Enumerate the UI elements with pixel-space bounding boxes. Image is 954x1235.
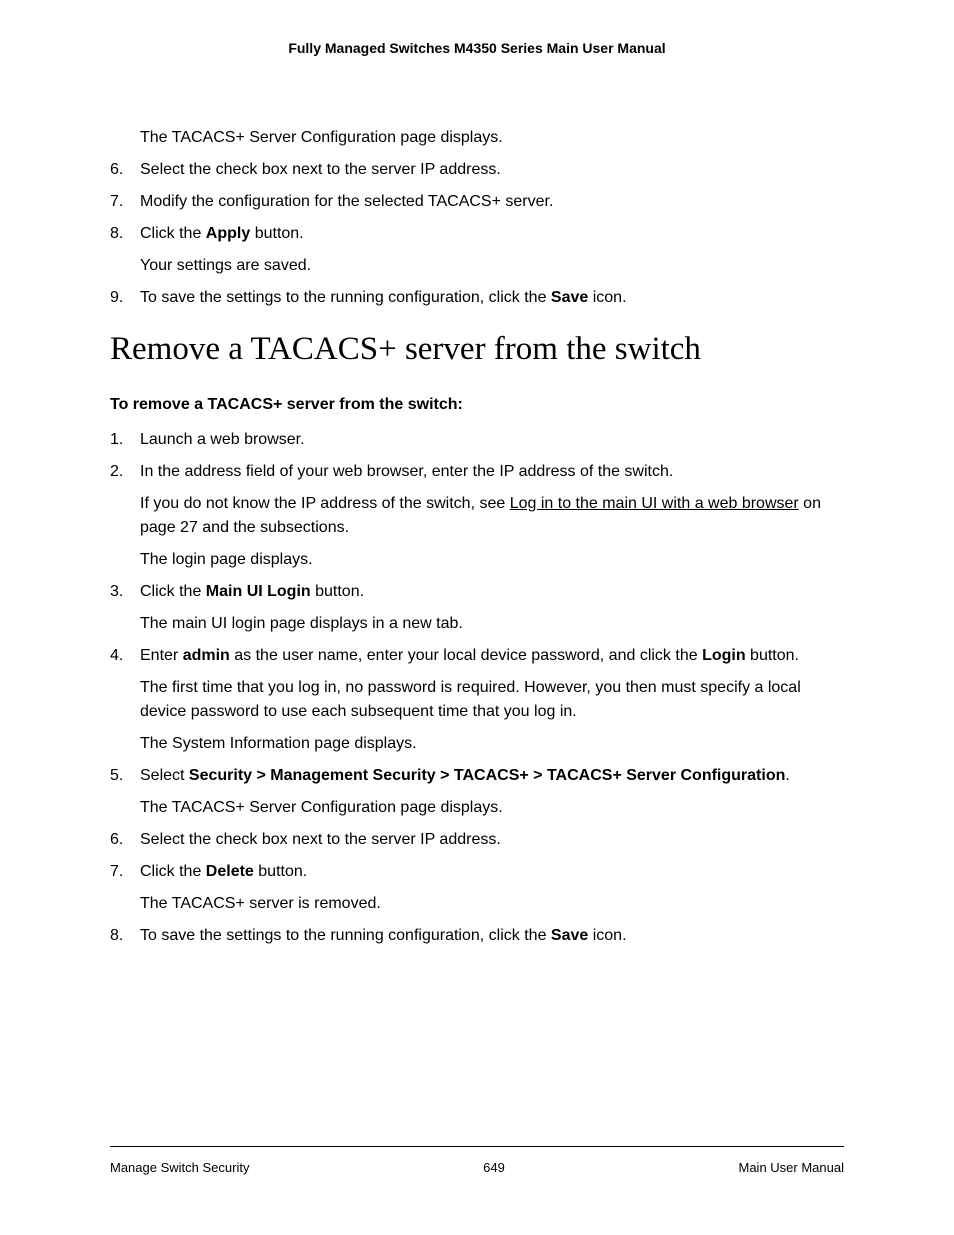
list-number: 5. — [110, 764, 140, 820]
step-paragraph: In the address field of your web browser… — [140, 460, 844, 484]
list-number: 7. — [110, 860, 140, 916]
list-item: 6.Select the check box next to the serve… — [110, 158, 844, 182]
list-number: 4. — [110, 644, 140, 756]
list-item: 4.Enter admin as the user name, enter yo… — [110, 644, 844, 756]
list-number: 9. — [110, 286, 140, 310]
list-content: Enter admin as the user name, enter your… — [140, 644, 844, 756]
step-paragraph: Modify the configuration for the selecte… — [140, 190, 844, 214]
list-item: 7.Modify the configuration for the selec… — [110, 190, 844, 214]
list-number: 6. — [110, 828, 140, 852]
step-paragraph: Your settings are saved. — [140, 254, 844, 278]
steps-list-continuation: 6.Select the check box next to the serve… — [110, 158, 844, 310]
list-item: 2.In the address field of your web brows… — [110, 460, 844, 572]
list-number: 3. — [110, 580, 140, 636]
step-paragraph: To save the settings to the running conf… — [140, 924, 844, 948]
step-paragraph: The main UI login page displays in a new… — [140, 612, 844, 636]
footer-right: Main User Manual — [739, 1160, 845, 1175]
list-content: To save the settings to the running conf… — [140, 286, 844, 310]
step-paragraph: Launch a web browser. — [140, 428, 844, 452]
step-paragraph: Click the Delete button. — [140, 860, 844, 884]
page-footer: Manage Switch Security 649 Main User Man… — [110, 1160, 844, 1175]
list-content: To save the settings to the running conf… — [140, 924, 844, 948]
list-content: Launch a web browser. — [140, 428, 844, 452]
list-item: 6.Select the check box next to the serve… — [110, 828, 844, 852]
list-item: 5.Select Security > Management Security … — [110, 764, 844, 820]
step-paragraph: Select the check box next to the server … — [140, 158, 844, 182]
list-number: 8. — [110, 222, 140, 278]
step-paragraph: To save the settings to the running conf… — [140, 286, 844, 310]
list-content: Modify the configuration for the selecte… — [140, 190, 844, 214]
list-item: 9.To save the settings to the running co… — [110, 286, 844, 310]
footer-left: Manage Switch Security — [110, 1160, 249, 1175]
footer-divider — [110, 1146, 844, 1147]
section-subheading: To remove a TACACS+ server from the swit… — [110, 396, 844, 414]
list-item: 8.To save the settings to the running co… — [110, 924, 844, 948]
step-paragraph: The TACACS+ Server Configuration page di… — [140, 796, 844, 820]
list-content: Click the Apply button. Your settings are… — [140, 222, 844, 278]
list-item: 7.Click the Delete button. The TACACS+ se… — [110, 860, 844, 916]
list-number: 8. — [110, 924, 140, 948]
footer-page-number: 649 — [483, 1160, 505, 1175]
list-content: Click the Main UI Login button. The main … — [140, 580, 844, 636]
step-paragraph: Select Security > Management Security > … — [140, 764, 844, 788]
list-content: Select the check box next to the server … — [140, 828, 844, 852]
step-paragraph: Select the check box next to the server … — [140, 828, 844, 852]
section-heading: Remove a TACACS+ server from the switch — [110, 330, 844, 370]
step-paragraph: The TACACS+ server is removed. — [140, 892, 844, 916]
list-content: Select Security > Management Security > … — [140, 764, 844, 820]
list-number: 2. — [110, 460, 140, 572]
list-item: 3.Click the Main UI Login button. The mai… — [110, 580, 844, 636]
list-number: 6. — [110, 158, 140, 182]
list-number: 1. — [110, 428, 140, 452]
list-number: 7. — [110, 190, 140, 214]
step-paragraph: Enter admin as the user name, enter your… — [140, 644, 844, 668]
list-content: In the address field of your web browser… — [140, 460, 844, 572]
continuation-block: The TACACS+ Server Configuration page di… — [110, 126, 844, 310]
list-content: Click the Delete button. The TACACS+ serv… — [140, 860, 844, 916]
step-paragraph: The login page displays. — [140, 548, 844, 572]
step-paragraph: Click the Apply button. — [140, 222, 844, 246]
step-paragraph: Click the Main UI Login button. — [140, 580, 844, 604]
intro-text: The TACACS+ Server Configuration page di… — [140, 126, 844, 150]
list-content: Select the check box next to the server … — [140, 158, 844, 182]
list-item: 1.Launch a web browser. — [110, 428, 844, 452]
steps-list-remove: 1.Launch a web browser.2.In the address … — [110, 428, 844, 948]
step-paragraph: The first time that you log in, no passw… — [140, 676, 844, 724]
list-item: 8.Click the Apply button. Your settings a… — [110, 222, 844, 278]
document-header-title: Fully Managed Switches M4350 Series Main… — [110, 40, 844, 56]
step-paragraph: The System Information page displays. — [140, 732, 844, 756]
step-paragraph: If you do not know the IP address of the… — [140, 492, 844, 540]
